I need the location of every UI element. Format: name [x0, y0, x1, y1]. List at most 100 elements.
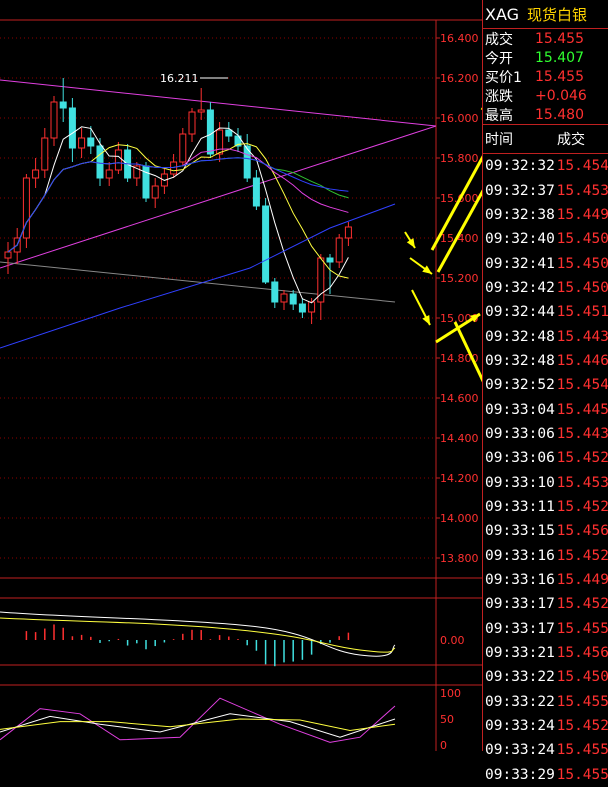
trade-row: 09:33:24 15.452 [483, 714, 608, 738]
trade-row: 09:32:44 15.451 [483, 300, 608, 324]
trade-price: 15.454 [556, 158, 608, 175]
candle-body [197, 109, 205, 113]
trade-time: 09:33:04 [485, 401, 555, 418]
trade-row: 09:32:52 15.454 [483, 373, 608, 397]
candle-body [170, 161, 178, 175]
trade-price: 15.452 [556, 596, 608, 613]
trade-price: 15.449 [556, 206, 608, 223]
trade-row: 09:33:04 15.445 [483, 397, 608, 421]
kline-chart[interactable]: 16.40016.20016.00015.80015.60015.40015.2… [0, 0, 602, 752]
symbol-header: XAG 现货白银 [483, 0, 608, 29]
candle-body [188, 111, 196, 135]
trade-time: 09:33:10 [485, 474, 555, 491]
trade-row: 09:32:48 15.446 [483, 349, 608, 373]
chart-canvas[interactable]: 16.40016.20016.00015.80015.60015.40015.2… [0, 0, 602, 752]
trade-price: 15.450 [556, 279, 608, 296]
price-tick-label: 14.200 [440, 472, 479, 485]
trade-row: 09:33:16 15.452 [483, 544, 608, 568]
trade-price: 15.443 [556, 425, 608, 442]
trade-time: 09:33:17 [485, 596, 555, 613]
trade-row: 09:33:10 15.453 [483, 470, 608, 494]
ma-long-line [0, 203, 396, 349]
price-tick-label: 14.600 [440, 392, 479, 405]
trades-col-price: 成交 [557, 132, 585, 148]
macd-tick-label: 0.00 [440, 634, 465, 647]
candle-body [41, 137, 49, 171]
quote-row: 今开 15.407 [483, 48, 608, 67]
trade-time: 09:33:17 [485, 620, 555, 637]
trade-time: 09:32:48 [485, 352, 555, 369]
annotation-arrowhead [422, 265, 432, 274]
candle-body [50, 101, 58, 139]
quote-label: 成交 [485, 31, 513, 48]
quote-row: 成交 15.455 [483, 29, 608, 48]
candle-body [105, 169, 113, 179]
quote-row: 最高 15.480 [483, 105, 608, 124]
quote-label: 买价1 [485, 69, 522, 86]
trade-row: 09:32:32 15.454 [483, 154, 608, 178]
trade-time: 09:32:41 [485, 255, 555, 272]
candle-body [114, 149, 122, 171]
ma-line [7, 143, 349, 279]
price-tick-label: 14.000 [440, 512, 479, 525]
candle-body [142, 165, 150, 199]
price-tick-label: 14.400 [440, 432, 479, 445]
trade-time: 09:33:24 [485, 718, 555, 735]
trade-price: 15.445 [556, 401, 608, 418]
trade-price: 15.454 [556, 377, 608, 394]
quote-value: 15.480 [535, 106, 584, 123]
trade-row: 09:33:16 15.449 [483, 568, 608, 592]
quote-value: 15.455 [535, 68, 584, 85]
quote-label: 最高 [485, 107, 513, 124]
macd-dea-line [0, 617, 396, 653]
trade-time: 09:32:52 [485, 377, 555, 394]
trades-col-time: 时间 [485, 132, 513, 148]
high-label: 16.211 [160, 72, 199, 85]
quote-row: 涨跌 +0.046 [483, 86, 608, 105]
trade-price: 15.452 [556, 718, 608, 735]
trade-price: 15.452 [556, 547, 608, 564]
trade-price: 15.455 [556, 766, 608, 783]
trade-row: 09:33:06 15.452 [483, 446, 608, 470]
trade-price: 15.443 [556, 328, 608, 345]
quote-label: 今开 [485, 50, 513, 67]
trade-row: 09:33:22 15.455 [483, 690, 608, 714]
symbol-name: 现货白银 [527, 5, 588, 24]
trade-time: 09:32:38 [485, 206, 555, 223]
candle-body [68, 107, 76, 149]
trade-list[interactable]: 09:32:32 15.454 09:32:37 15.453 09:32:38 15.4… [483, 154, 608, 787]
trade-price: 15.450 [556, 255, 608, 272]
trade-time: 09:32:42 [485, 279, 555, 296]
trade-row: 09:33:29 15.455 [483, 763, 608, 787]
price-tick-label: 15.200 [440, 272, 479, 285]
trade-time: 09:33:15 [485, 523, 555, 540]
trade-row: 09:32:37 15.453 [483, 178, 608, 202]
trade-row: 09:32:38 15.449 [483, 203, 608, 227]
trade-price: 15.453 [556, 474, 608, 491]
trade-time: 09:33:29 [485, 766, 555, 783]
symbol-code: XAG [485, 4, 520, 24]
price-tick-label: 13.800 [440, 552, 479, 565]
candle-body [289, 293, 297, 305]
trade-row: 09:33:15 15.456 [483, 519, 608, 543]
trade-row: 09:33:17 15.452 [483, 592, 608, 616]
trade-row: 09:33:11 15.452 [483, 495, 608, 519]
candle-body [280, 293, 288, 303]
candle-body [151, 185, 159, 199]
candle-body [78, 137, 86, 149]
candle-body [326, 257, 334, 263]
trade-price: 15.452 [556, 498, 608, 515]
trade-row: 09:33:17 15.455 [483, 617, 608, 641]
kdj-tick-label: 50 [440, 713, 454, 726]
trade-row: 09:33:06 15.443 [483, 422, 608, 446]
quote-row: 买价1 15.455 [483, 67, 608, 86]
trade-price: 15.451 [556, 304, 608, 321]
trades-header: 时间 成交 [483, 124, 608, 154]
trend-line-gray [0, 261, 396, 303]
trade-row: 09:32:48 15.443 [483, 324, 608, 348]
trade-time: 09:33:16 [485, 547, 555, 564]
candle-body [32, 169, 40, 179]
quote-panel: XAG 现货白银 成交 15.455 今开 15.407 买价1 15.455 涨跌 +0.0… [482, 0, 608, 783]
trade-time: 09:33:21 [485, 645, 555, 662]
trade-price: 15.456 [556, 523, 608, 540]
